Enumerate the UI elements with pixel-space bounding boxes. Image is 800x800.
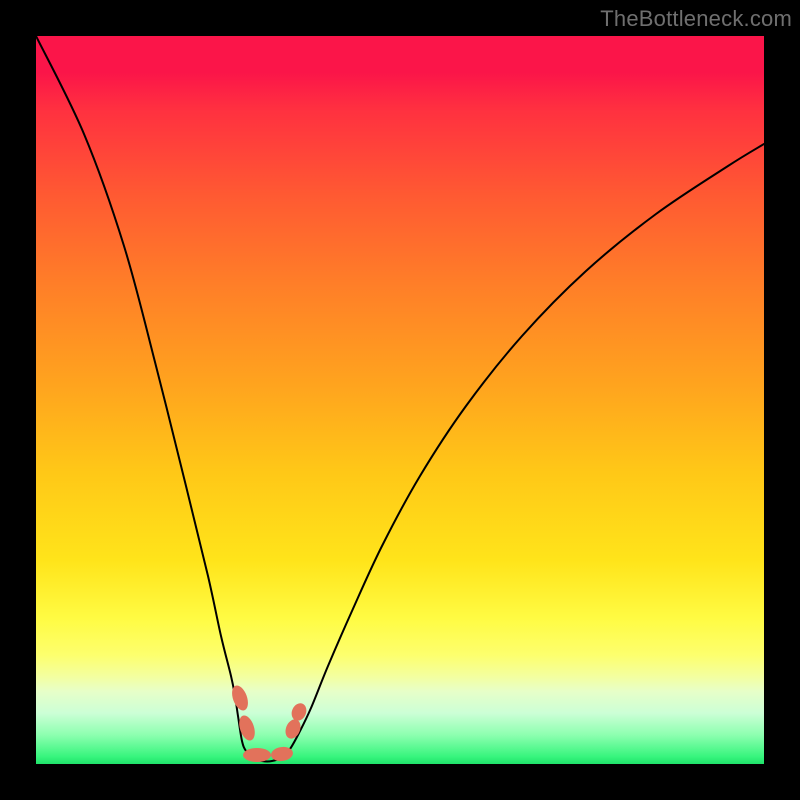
chart-frame: TheBottleneck.com <box>0 0 800 800</box>
data-marker <box>243 748 271 762</box>
data-markers <box>229 683 309 762</box>
bottleneck-curve <box>36 36 764 761</box>
data-marker <box>283 717 303 741</box>
curve-svg <box>36 36 764 764</box>
plot-area <box>36 36 764 764</box>
watermark-text: TheBottleneck.com <box>600 6 792 32</box>
data-marker <box>229 683 251 712</box>
